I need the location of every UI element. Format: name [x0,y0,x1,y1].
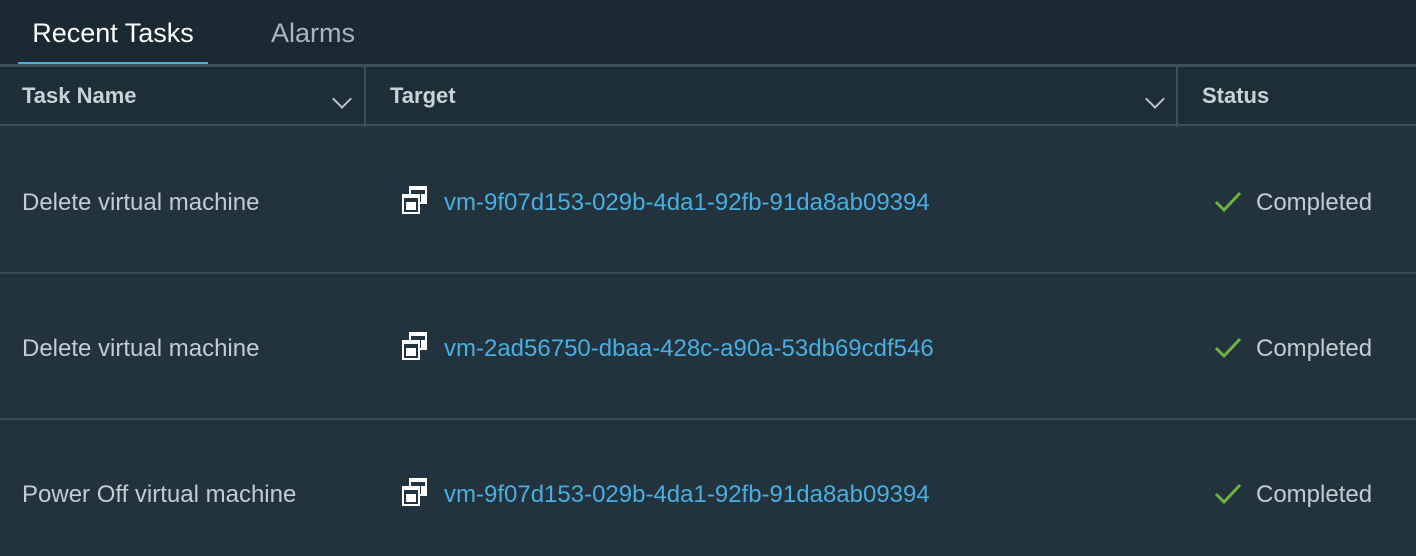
column-header-task-name[interactable]: Task Name [0,67,364,124]
column-header-status[interactable]: Status [1180,67,1416,124]
table-header: Task Name Target Status [0,64,1416,127]
check-icon [1214,483,1242,505]
virtual-machine-icon [402,186,427,214]
column-header-label: Target [390,83,456,108]
column-header-target[interactable]: Target [368,67,1176,124]
column-header-label: Status [1202,83,1270,108]
virtual-machine-icon [402,332,427,360]
table-row[interactable]: Power Off virtual machine vm-9f07d153-02… [0,421,1416,556]
virtual-machine-icon [402,478,427,506]
task-name-cell: Delete virtual machine [22,335,260,362]
recent-tasks-panel: Recent Tasks Alarms Task Name Target Sta… [0,0,1416,556]
task-name-cell: Power Off virtual machine [22,481,297,508]
table-row[interactable]: Delete virtual machine vm-2ad56750-dbaa-… [0,275,1416,420]
target-link[interactable]: vm-9f07d153-029b-4da1-92fb-91da8ab09394 [444,189,930,216]
table-row[interactable]: Delete virtual machine vm-9f07d153-029b-… [0,129,1416,274]
status-text: Completed [1256,481,1373,508]
tab-recent-tasks[interactable]: Recent Tasks [18,0,208,64]
target-cell: vm-9f07d153-029b-4da1-92fb-91da8ab09394 [400,421,930,556]
status-text: Completed [1256,189,1373,216]
status-cell: Completed [1214,421,1372,556]
tab-bar: Recent Tasks Alarms [0,0,1416,67]
tab-alarms[interactable]: Alarms [248,0,378,64]
target-link[interactable]: vm-2ad56750-dbaa-428c-a90a-53db69cdf546 [444,335,934,362]
column-resize-handle[interactable] [364,67,366,127]
target-link[interactable]: vm-9f07d153-029b-4da1-92fb-91da8ab09394 [444,481,930,508]
task-name-cell: Delete virtual machine [22,189,260,216]
target-cell: vm-9f07d153-029b-4da1-92fb-91da8ab09394 [400,129,930,274]
column-resize-handle[interactable] [1176,67,1178,127]
target-cell: vm-2ad56750-dbaa-428c-a90a-53db69cdf546 [400,275,934,420]
check-icon [1214,191,1242,213]
status-cell: Completed [1214,129,1372,274]
status-cell: Completed [1214,275,1372,420]
status-text: Completed [1256,335,1373,362]
column-header-label: Task Name [22,83,137,108]
check-icon [1214,337,1242,359]
